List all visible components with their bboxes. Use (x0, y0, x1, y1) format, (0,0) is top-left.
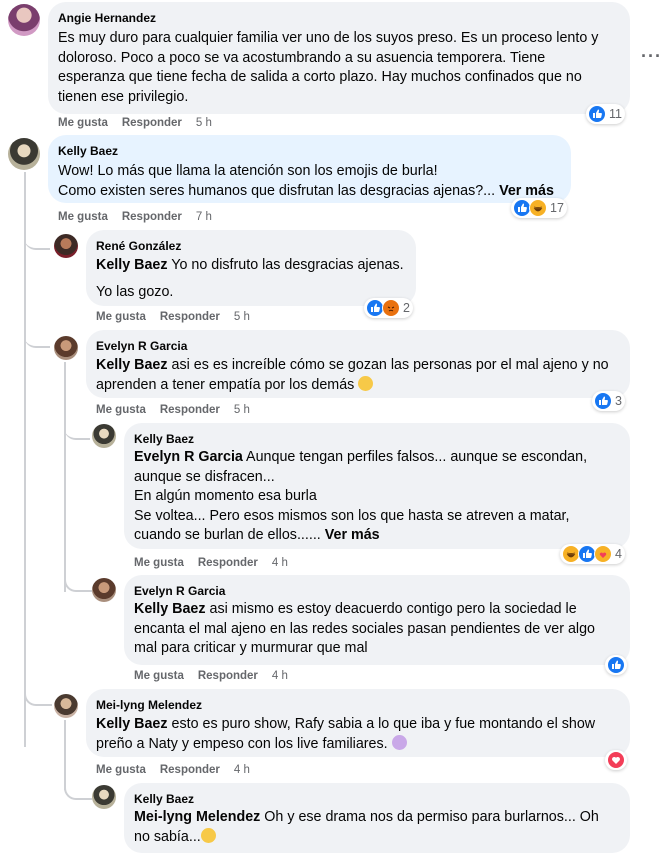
comment-actions: Me gusta Responder 4 h (134, 557, 302, 569)
comment-author[interactable]: Kelly Baez (58, 143, 559, 159)
comment-author[interactable]: Mei-lyng Melendez (96, 697, 618, 713)
thread-connector (64, 414, 90, 440)
mention-link[interactable]: Mei-lyng Melendez (134, 809, 260, 825)
comment-bubble: Evelyn R Garcia Kelly Baez asi mismo es … (124, 575, 630, 665)
like-reaction-icon (607, 656, 625, 674)
comment-actions: Me gusta Responder 5 h (58, 117, 226, 129)
timestamp[interactable]: 4 h (234, 764, 250, 776)
comment-bubble: Kelly Baez Evelyn R Garcia Aunque tengan… (124, 423, 630, 549)
reaction-summary[interactable]: 11 (586, 104, 625, 124)
avatar[interactable] (54, 336, 78, 360)
comment-actions: Me gusta Responder 5 h (96, 404, 264, 416)
comment-text: Kelly Baez asi mismo es estoy deacuerdo … (134, 601, 595, 657)
timestamp[interactable]: 4 h (272, 557, 288, 569)
like-button[interactable]: Me gusta (96, 764, 146, 776)
avatar[interactable] (8, 4, 40, 36)
comment-author[interactable]: René González (96, 238, 404, 254)
comment-bubble: Evelyn R Garcia Kelly Baez asi es es inc… (86, 330, 630, 398)
comment-actions: Me gusta Responder 4 h (134, 670, 302, 682)
reaction-count: 4 (615, 547, 622, 561)
reaction-count: 17 (550, 201, 564, 215)
avatar[interactable] (92, 578, 116, 602)
see-more-link[interactable]: Ver más (325, 527, 380, 543)
reaction-summary[interactable] (605, 655, 627, 675)
like-reaction-icon (594, 392, 612, 410)
pensive-emoji-icon (358, 375, 374, 391)
thread-connector (64, 566, 92, 592)
comment-author[interactable]: Kelly Baez (134, 791, 618, 807)
more-options-icon[interactable]: ··· (641, 46, 662, 67)
person-gesturing-emoji-icon (391, 734, 407, 750)
thread-connector (24, 224, 50, 250)
love-reaction-icon (607, 751, 625, 769)
comment-actions: Me gusta Responder 5 h (96, 311, 264, 323)
reaction-summary[interactable]: 2 (364, 298, 413, 318)
reaction-summary[interactable]: 4 (560, 544, 625, 564)
reply-button[interactable]: Responder (122, 211, 182, 223)
comment-actions: Me gusta Responder 7 h (58, 211, 226, 223)
reply-button[interactable]: Responder (122, 117, 182, 129)
comment-text: Kelly Baez Yo no disfruto las desgracias… (96, 257, 404, 300)
comment-author[interactable]: Angie Hernandez (58, 10, 618, 26)
reply-button[interactable]: Responder (198, 557, 258, 569)
care-reaction-icon (594, 545, 612, 563)
comment-bubble: Angie Hernandez Es muy duro para cualqui… (48, 2, 630, 114)
avatar[interactable] (54, 694, 78, 718)
comment-author[interactable]: Evelyn R Garcia (134, 583, 618, 599)
thread-connector (24, 322, 50, 348)
angry-reaction-icon (382, 299, 400, 317)
like-reaction-icon (588, 105, 606, 123)
thread-connector (64, 776, 92, 800)
see-more-link[interactable]: Ver más (499, 183, 554, 199)
haha-reaction-icon (529, 199, 547, 217)
timestamp[interactable]: 7 h (196, 211, 212, 223)
mention-link[interactable]: Kelly Baez (96, 257, 168, 273)
comment-bubble: René González Kelly Baez Yo no disfruto … (86, 230, 416, 306)
timestamp[interactable]: 5 h (234, 311, 250, 323)
comment-text: Wow! Lo más que llama la atención son lo… (58, 163, 554, 199)
like-button[interactable]: Me gusta (134, 557, 184, 569)
avatar[interactable] (92, 424, 116, 448)
reaction-summary[interactable] (605, 750, 627, 770)
reaction-count: 2 (403, 301, 410, 315)
reaction-summary[interactable]: 17 (511, 198, 567, 218)
like-button[interactable]: Me gusta (96, 404, 146, 416)
reply-button[interactable]: Responder (160, 764, 220, 776)
comment-author[interactable]: Kelly Baez (134, 431, 618, 447)
upside-down-emoji-icon (200, 827, 216, 843)
mention-link[interactable]: Kelly Baez (96, 716, 168, 732)
comment-text: Evelyn R Garcia Aunque tengan perfiles f… (134, 449, 588, 544)
timestamp[interactable]: 4 h (272, 670, 288, 682)
thread-line (64, 362, 66, 592)
reaction-summary[interactable]: 3 (592, 391, 625, 411)
mention-link[interactable]: Kelly Baez (96, 357, 168, 373)
avatar[interactable] (54, 234, 78, 258)
like-button[interactable]: Me gusta (96, 311, 146, 323)
comment-bubble: Kelly Baez Mei-lyng Melendez Oh y ese dr… (124, 783, 630, 853)
thread-line (24, 172, 26, 747)
timestamp[interactable]: 5 h (196, 117, 212, 129)
like-button[interactable]: Me gusta (58, 117, 108, 129)
comment-text: Mei-lyng Melendez Oh y ese drama nos da … (134, 809, 599, 845)
comment-text: Kelly Baez asi es es increíble cómo se g… (96, 357, 609, 393)
reply-button[interactable]: Responder (160, 311, 220, 323)
like-button[interactable]: Me gusta (134, 670, 184, 682)
comment-text: Kelly Baez esto es puro show, Rafy sabia… (96, 716, 596, 752)
comment-author[interactable]: Evelyn R Garcia (96, 338, 618, 354)
mention-link[interactable]: Kelly Baez (134, 601, 206, 617)
reply-button[interactable]: Responder (160, 404, 220, 416)
comment-text: Es muy duro para cualquier familia ver u… (58, 30, 599, 105)
comment-bubble-highlighted: Kelly Baez Wow! Lo más que llama la aten… (48, 135, 571, 203)
reply-button[interactable]: Responder (198, 670, 258, 682)
avatar[interactable] (8, 138, 40, 170)
mention-link[interactable]: Evelyn R Garcia (134, 449, 243, 465)
reaction-count: 3 (615, 394, 622, 408)
like-button[interactable]: Me gusta (58, 211, 108, 223)
reaction-count: 11 (609, 107, 622, 121)
avatar[interactable] (92, 785, 116, 809)
comment-actions: Me gusta Responder 4 h (96, 764, 264, 776)
timestamp[interactable]: 5 h (234, 404, 250, 416)
comment-bubble: Mei-lyng Melendez Kelly Baez esto es pur… (86, 689, 630, 757)
thread-connector (24, 680, 52, 706)
